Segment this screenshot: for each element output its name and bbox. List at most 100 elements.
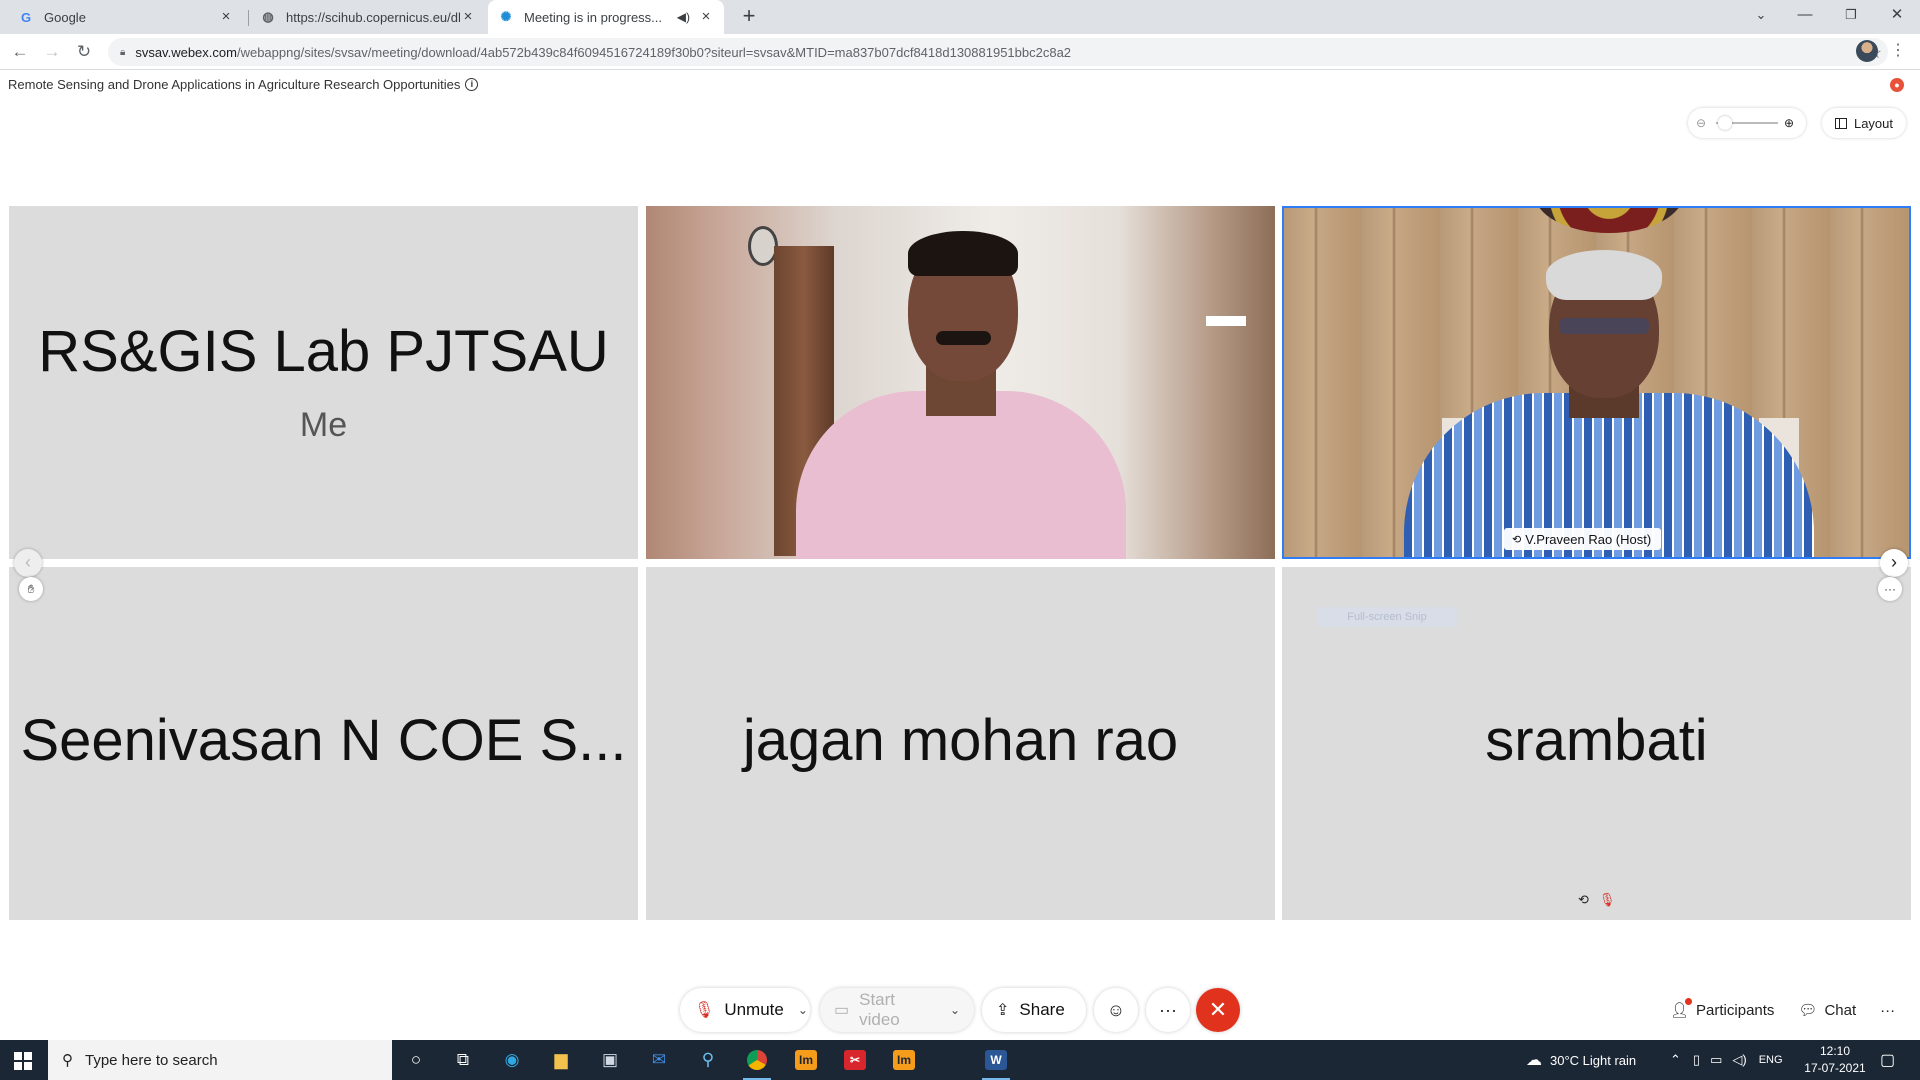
smiley-icon: ☺ (1106, 1000, 1126, 1020)
notification-icon[interactable]: ▢ (1880, 1040, 1895, 1080)
ellipsis-icon: ··· (1880, 1001, 1896, 1019)
tab-title: https://scihub.copernicus.eu/dhu (286, 9, 460, 25)
chrome-icon[interactable] (737, 1046, 777, 1080)
minimize-button[interactable]: — (1782, 0, 1828, 30)
speaker-icon[interactable]: ◀) (677, 10, 690, 24)
panel-more-button[interactable]: ··· (1868, 990, 1907, 1030)
address-bar[interactable]: 🔒︎ svsav.webex.com/webappng/sites/svsav/… (108, 38, 1888, 66)
weather-text: 30°C Light rain (1550, 1052, 1637, 1068)
tab-scihub[interactable]: ◍ https://scihub.copernicus.eu/dhu × (250, 0, 486, 34)
participant-name: jagan mohan rao (742, 708, 1179, 773)
chat-button[interactable]: 💬︎ Chat (1786, 990, 1868, 1030)
store-icon[interactable]: ▣ (590, 1046, 630, 1074)
app-im-icon[interactable]: Im (786, 1046, 826, 1074)
tab-google[interactable]: G Google × (8, 0, 244, 34)
more-options-icon[interactable]: ··· (1878, 577, 1902, 601)
mic-muted-icon: 🎙︎ (694, 1002, 715, 1019)
profile-avatar[interactable] (1856, 40, 1878, 62)
volume-icon[interactable]: ◁) (1732, 1052, 1746, 1068)
participants-button[interactable]: 👤︎ Participants (1658, 990, 1786, 1030)
meeting-title-text: Remote Sensing and Drone Applications in… (8, 77, 461, 92)
close-icon[interactable]: × (698, 9, 714, 25)
info-icon[interactable]: i (465, 78, 479, 91)
participants-icon: 👤︎ (1670, 998, 1693, 1019)
browser-tab-strip: G Google × ◍ https://scihub.copernicus.e… (0, 0, 1920, 34)
share-button[interactable]: ⇪ Share (982, 988, 1086, 1032)
app-im-icon-2[interactable]: Im (884, 1046, 924, 1074)
browser-toolbar: ← → ↻ 🔒︎ svsav.webex.com/webappng/sites/… (0, 34, 1920, 70)
webex-icon: ✺ (500, 9, 512, 24)
close-icon[interactable]: × (218, 9, 234, 25)
taskbar-search-box[interactable]: ⚲ Type here to search (48, 1040, 392, 1080)
browser-menu-icon[interactable]: ⋮ (1890, 40, 1906, 60)
url-path: /webappng/sites/svsav/meeting/download/4… (236, 44, 1072, 60)
zoom-in-icon[interactable]: ⊕ (1784, 116, 1798, 130)
search-app-icon[interactable]: ⚲ (688, 1046, 728, 1074)
edge-icon[interactable]: ◉ (492, 1046, 532, 1074)
weather-widget[interactable]: ☁ 30°C Light rain (1526, 1040, 1636, 1080)
meeting-title: Remote Sensing and Drone Applications in… (8, 77, 479, 92)
previous-page-arrow[interactable]: ‹ (14, 549, 42, 577)
taskbar-clock[interactable]: 12:10 17-07-2021 (1800, 1043, 1870, 1077)
reload-icon[interactable]: ↻ (72, 40, 96, 64)
leave-meeting-button[interactable]: ✕ (1196, 988, 1240, 1032)
windows-start-icon[interactable] (14, 1052, 32, 1070)
participant-video-tile-host[interactable]: ⟲ V.Praveen Rao (Host) (1282, 206, 1911, 559)
close-window-button[interactable]: ✕ (1874, 0, 1920, 30)
lock-icon: 🔒︎ (120, 46, 126, 58)
participant-body (796, 391, 1126, 559)
emblem-seal (1534, 208, 1684, 233)
participant-hair (908, 231, 1018, 276)
reactions-button[interactable]: ☺ (1094, 988, 1138, 1032)
new-tab-button[interactable]: + (736, 4, 762, 30)
layout-button[interactable]: Layout (1822, 108, 1906, 138)
snipping-tool-icon[interactable]: ✂ (835, 1046, 875, 1074)
participant-tile[interactable]: Seenivasan N COE S... (9, 567, 638, 920)
participant-tile[interactable]: jagan mohan rao (646, 567, 1275, 920)
raise-hand-icon[interactable]: ✋︎ (19, 577, 43, 601)
tab-search-icon[interactable]: ⌄ (1738, 0, 1784, 30)
unmute-button[interactable]: 🎙︎ Unmute ⌄ (680, 988, 810, 1032)
clock-time: 12:10 (1819, 1044, 1851, 1058)
video-off-icon: ▭ (834, 1002, 850, 1019)
restore-button[interactable]: ❐ (1828, 0, 1874, 30)
next-page-arrow[interactable]: › (1880, 549, 1908, 577)
unmute-label: Unmute (724, 1000, 784, 1019)
participant-mustache (936, 331, 991, 345)
zoom-out-icon[interactable]: ⊖ (1696, 116, 1710, 130)
task-view-icon[interactable]: ⧉ (443, 1046, 483, 1074)
recording-indicator-icon: ● (1890, 78, 1904, 92)
language-indicator[interactable]: ENG (1759, 1054, 1783, 1066)
chevron-down-icon[interactable]: ⌄ (798, 1003, 808, 1017)
participant-tile[interactable]: Full-screen Snip srambati ⟲ 🎙︎ (1282, 567, 1911, 920)
snip-tooltip: Full-screen Snip (1317, 607, 1457, 627)
url-host: svsav.webex.com (135, 44, 237, 60)
back-icon[interactable]: ← (8, 40, 32, 64)
participant-tile-self[interactable]: RS&GIS Lab PJTSAU Me (9, 206, 638, 559)
more-button[interactable]: ··· (1146, 988, 1190, 1032)
network-icon[interactable]: ▭ (1710, 1052, 1722, 1068)
mail-icon[interactable]: ✉ (639, 1046, 679, 1074)
file-explorer-icon[interactable]: ▆ (541, 1046, 581, 1074)
chevron-down-icon[interactable]: ⌄ (950, 1003, 960, 1017)
show-hidden-icons-icon[interactable]: ⌃ (1670, 1052, 1681, 1068)
participant-name: RS&GIS Lab PJTSAU (38, 319, 609, 384)
close-icon[interactable]: × (460, 9, 476, 25)
tab-meeting[interactable]: ✺ Meeting is in progress... ◀) × (488, 0, 724, 34)
cortana-icon[interactable]: ○ (396, 1046, 436, 1074)
zoom-slider[interactable] (1716, 116, 1778, 130)
active-speaker-icon: ⟲ (1512, 533, 1522, 546)
word-icon[interactable]: W (976, 1046, 1016, 1080)
close-icon: ✕ (1208, 997, 1228, 1022)
search-icon: ⚲ (62, 1052, 73, 1069)
forward-icon[interactable]: → (40, 40, 64, 64)
start-video-button[interactable]: ▭ Start video ⌄ (820, 988, 974, 1032)
mic-muted-icon: 🎙︎ (1598, 892, 1616, 907)
system-tray-icons: ⌃ ▯ ▭ ◁) ENG (1670, 1040, 1783, 1080)
tab-title: Google (44, 9, 86, 25)
battery-icon[interactable]: ▯ (1693, 1052, 1700, 1068)
clock-date: 17-07-2021 (1804, 1061, 1866, 1075)
zoom-slider-handle[interactable] (1718, 116, 1732, 130)
participant-glasses (1559, 318, 1649, 334)
participant-video-tile[interactable] (646, 206, 1275, 559)
